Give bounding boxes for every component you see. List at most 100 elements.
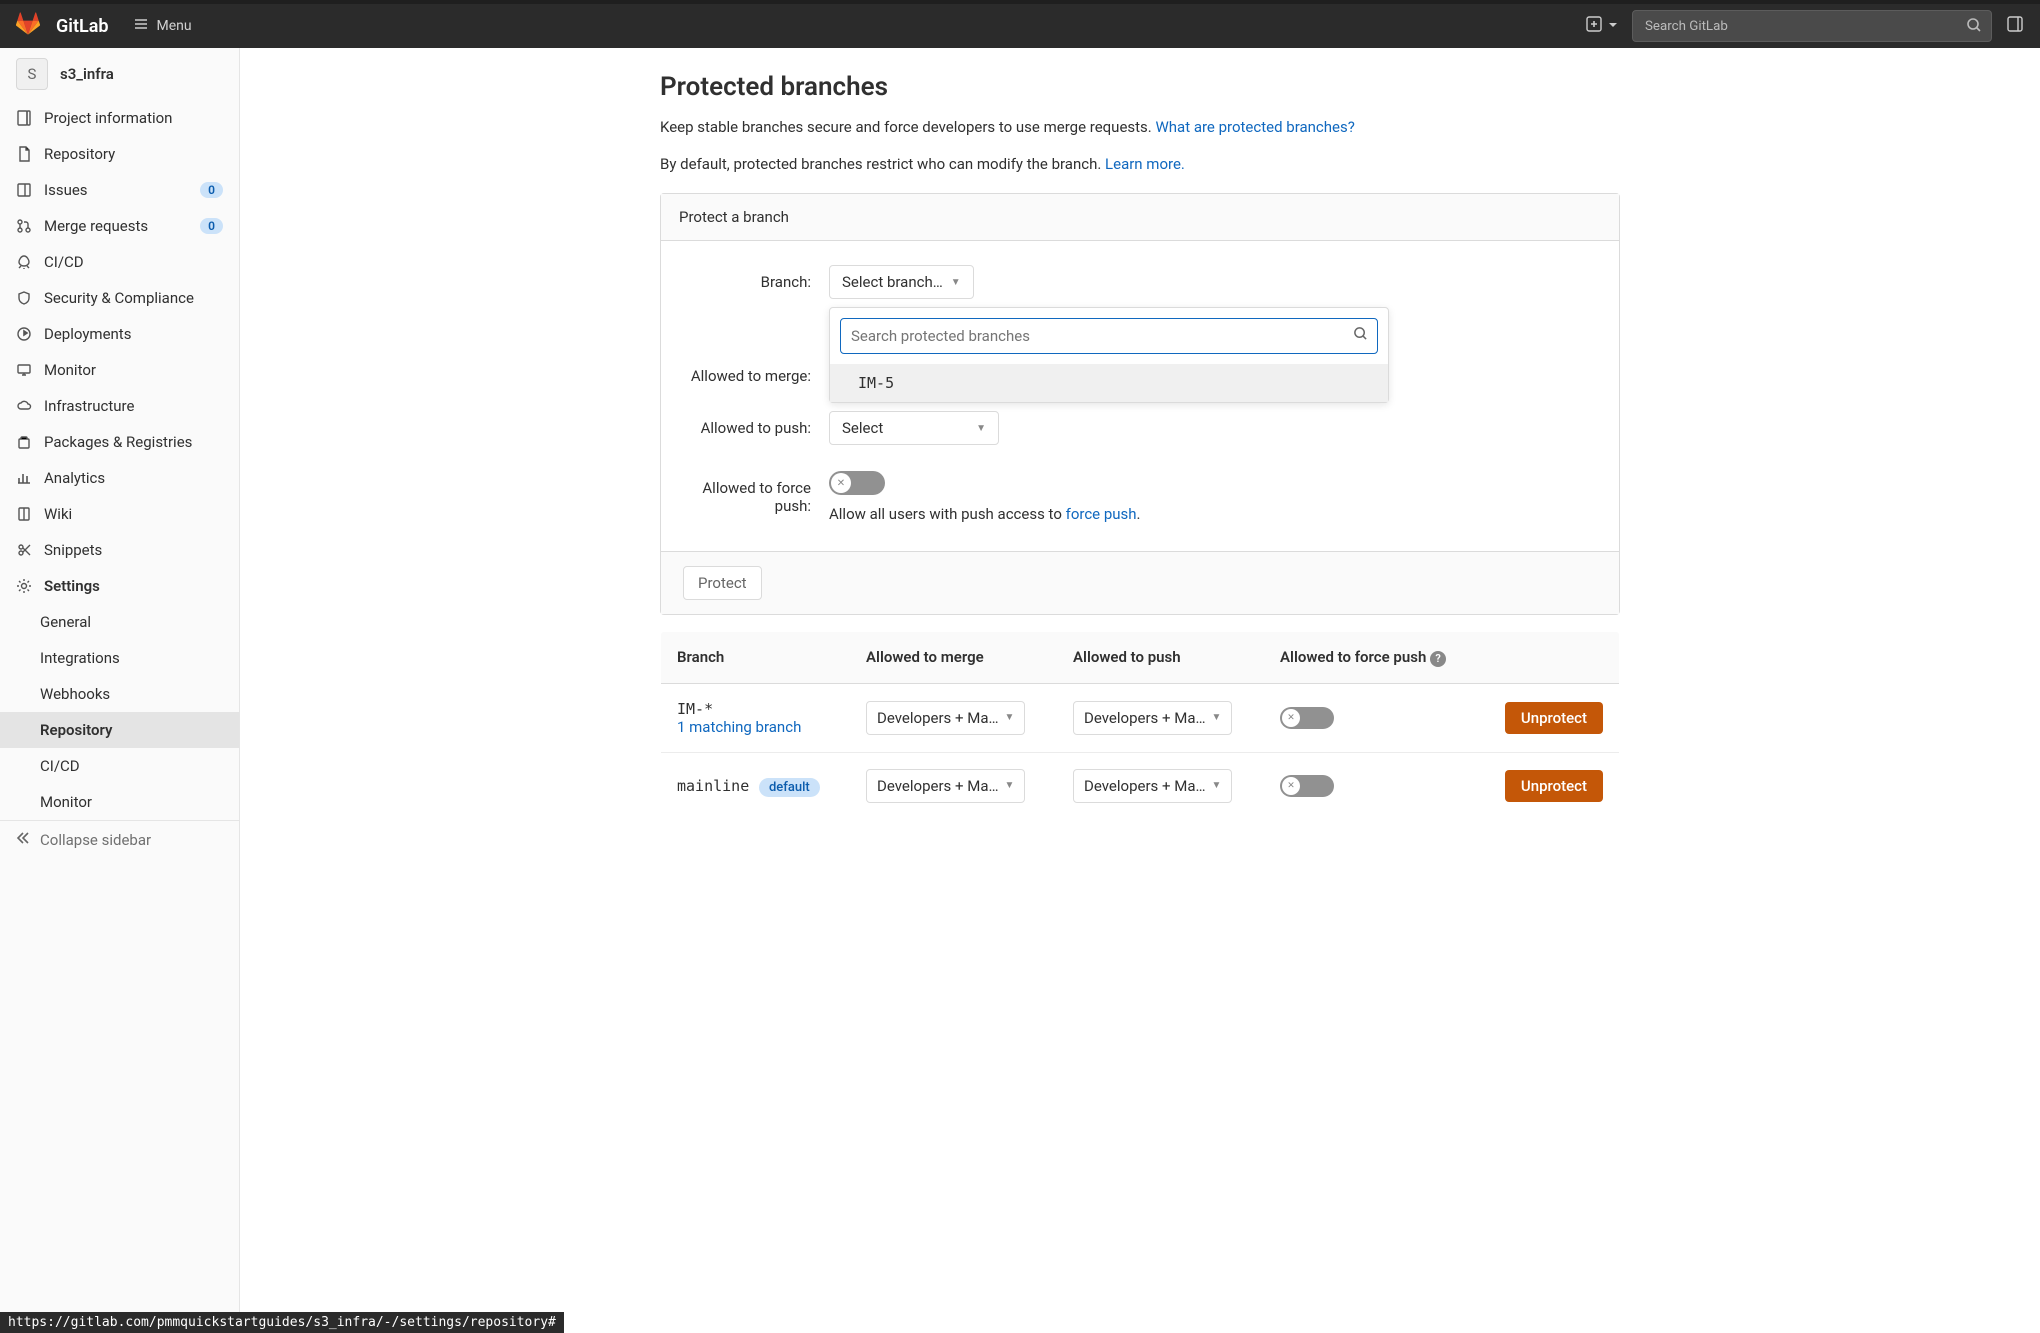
sidebar-item-packages[interactable]: Packages & Registries	[0, 424, 239, 460]
sidebar-item-snippets[interactable]: Snippets	[0, 532, 239, 568]
chevron-down-icon: ▼	[976, 423, 986, 434]
page-description-2: By default, protected branches restrict …	[660, 153, 1620, 176]
sidebar-item-analytics[interactable]: Analytics	[0, 460, 239, 496]
info-icon	[16, 110, 32, 126]
chevron-double-left-icon	[16, 831, 30, 849]
merge-request-icon	[16, 218, 32, 234]
shield-icon	[16, 290, 32, 306]
sidebar-sub-general[interactable]: General	[0, 604, 239, 640]
gear-icon	[16, 578, 32, 594]
sidebar-item-repository[interactable]: Repository	[0, 136, 239, 172]
status-bar-url: https://gitlab.com/pmmquickstartguides/s…	[0, 1312, 564, 1333]
force-push-toggle[interactable]: ✕	[829, 471, 885, 495]
sidebar-item-security[interactable]: Security & Compliance	[0, 280, 239, 316]
sidebar-item-cicd[interactable]: CI/CD	[0, 244, 239, 280]
sidebar: S s3_infra Project information Repositor…	[0, 48, 240, 1333]
sidebar-item-deployments[interactable]: Deployments	[0, 316, 239, 352]
unprotect-button[interactable]: Unprotect	[1505, 770, 1603, 802]
chart-icon	[16, 470, 32, 486]
protect-branch-panel: Protect a branch Branch: Select branch… …	[660, 193, 1620, 615]
force-push-link[interactable]: force push	[1066, 505, 1137, 523]
chevron-down-icon	[1608, 18, 1618, 34]
row-merge-select[interactable]: Developers + Ma…▼	[866, 701, 1025, 735]
row-force-toggle[interactable]: ✕	[1280, 707, 1334, 729]
unprotect-button[interactable]: Unprotect	[1505, 702, 1603, 734]
cloud-icon	[16, 398, 32, 414]
protected-branches-table: Branch Allowed to merge Allowed to push …	[660, 631, 1620, 820]
chevron-down-icon: ▼	[1005, 712, 1015, 723]
panel-title: Protect a branch	[661, 194, 1619, 241]
th-force: Allowed to force push ?	[1264, 632, 1478, 684]
sidebar-item-issues[interactable]: Issues0	[0, 172, 239, 208]
scissors-icon	[16, 542, 32, 558]
branch-name: mainline	[677, 777, 749, 795]
page-title: Protected branches	[660, 72, 1620, 102]
menu-label: Menu	[157, 18, 192, 34]
branch-search-input[interactable]	[840, 318, 1378, 354]
row-merge-select[interactable]: Developers + Ma…▼	[866, 769, 1025, 803]
row-push-select[interactable]: Developers + Ma…▼	[1073, 769, 1232, 803]
sidebar-sub-integrations[interactable]: Integrations	[0, 640, 239, 676]
chevron-down-icon: ▼	[951, 277, 961, 288]
close-icon: ✕	[1282, 709, 1300, 727]
branch-search-popover: IM-5	[829, 307, 1389, 403]
project-avatar: S	[16, 58, 48, 90]
monitor-icon	[16, 362, 32, 378]
sidebar-item-merge-requests[interactable]: Merge requests0	[0, 208, 239, 244]
sidebar-sub-cicd[interactable]: CI/CD	[0, 748, 239, 784]
table-row: IM-* 1 matching branch Developers + Ma…▼…	[661, 683, 1620, 752]
default-badge: default	[759, 778, 820, 797]
th-merge: Allowed to merge	[850, 632, 1057, 684]
merge-requests-count: 0	[200, 218, 223, 234]
sidebar-item-wiki[interactable]: Wiki	[0, 496, 239, 532]
row-push-select[interactable]: Developers + Ma…▼	[1073, 701, 1232, 735]
close-icon: ✕	[1282, 777, 1300, 795]
project-header[interactable]: S s3_infra	[0, 48, 239, 100]
plus-icon	[1586, 16, 1602, 36]
branch-label: Branch:	[679, 265, 829, 291]
chevron-down-icon: ▼	[1212, 780, 1222, 791]
new-dropdown[interactable]	[1586, 16, 1618, 36]
row-force-toggle[interactable]: ✕	[1280, 775, 1334, 797]
branch-option[interactable]: IM-5	[830, 364, 1388, 402]
sidebar-item-settings[interactable]: Settings	[0, 568, 239, 604]
collapse-sidebar[interactable]: Collapse sidebar	[0, 820, 239, 859]
close-icon: ✕	[831, 473, 851, 493]
matching-branch-link[interactable]: 1 matching branch	[677, 718, 801, 736]
allowed-push-select[interactable]: Select ▼	[829, 411, 999, 445]
brand-wordmark[interactable]: GitLab	[56, 16, 109, 37]
allowed-force-push-label: Allowed to force push:	[679, 471, 829, 515]
allowed-push-label: Allowed to push:	[679, 411, 829, 437]
gitlab-logo-icon[interactable]	[16, 12, 40, 40]
help-icon[interactable]: ?	[1430, 651, 1446, 667]
protect-button[interactable]: Protect	[683, 566, 762, 600]
sidebar-sub-monitor[interactable]: Monitor	[0, 784, 239, 820]
chevron-down-icon: ▼	[1005, 780, 1015, 791]
file-icon	[16, 146, 32, 162]
sidebar-item-project-info[interactable]: Project information	[0, 100, 239, 136]
branch-select-dropdown[interactable]: Select branch… ▼	[829, 265, 974, 299]
th-branch: Branch	[661, 632, 851, 684]
issues-count: 0	[200, 182, 223, 198]
deployment-icon	[16, 326, 32, 342]
rocket-icon	[16, 254, 32, 270]
branch-name: IM-*	[677, 700, 834, 718]
what-are-protected-branches-link[interactable]: What are protected branches?	[1155, 118, 1354, 136]
nav-util-icon[interactable]	[2006, 15, 2024, 37]
chevron-down-icon: ▼	[1212, 712, 1222, 723]
menu-button[interactable]: Menu	[125, 12, 200, 40]
search-icon	[1353, 326, 1368, 345]
sidebar-sub-webhooks[interactable]: Webhooks	[0, 676, 239, 712]
issues-icon	[16, 182, 32, 198]
force-push-helper: Allow all users with push access to forc…	[829, 505, 1601, 523]
sidebar-item-infrastructure[interactable]: Infrastructure	[0, 388, 239, 424]
learn-more-link[interactable]: Learn more.	[1105, 155, 1185, 173]
top-navbar: GitLab Menu	[0, 0, 2040, 48]
table-row: mainline default Developers + Ma…▼ Devel…	[661, 752, 1620, 819]
sidebar-item-monitor[interactable]: Monitor	[0, 352, 239, 388]
sidebar-sub-repository[interactable]: Repository	[0, 712, 239, 748]
global-search-input[interactable]	[1632, 10, 1992, 42]
hamburger-icon	[133, 16, 149, 36]
book-icon	[16, 506, 32, 522]
th-push: Allowed to push	[1057, 632, 1264, 684]
